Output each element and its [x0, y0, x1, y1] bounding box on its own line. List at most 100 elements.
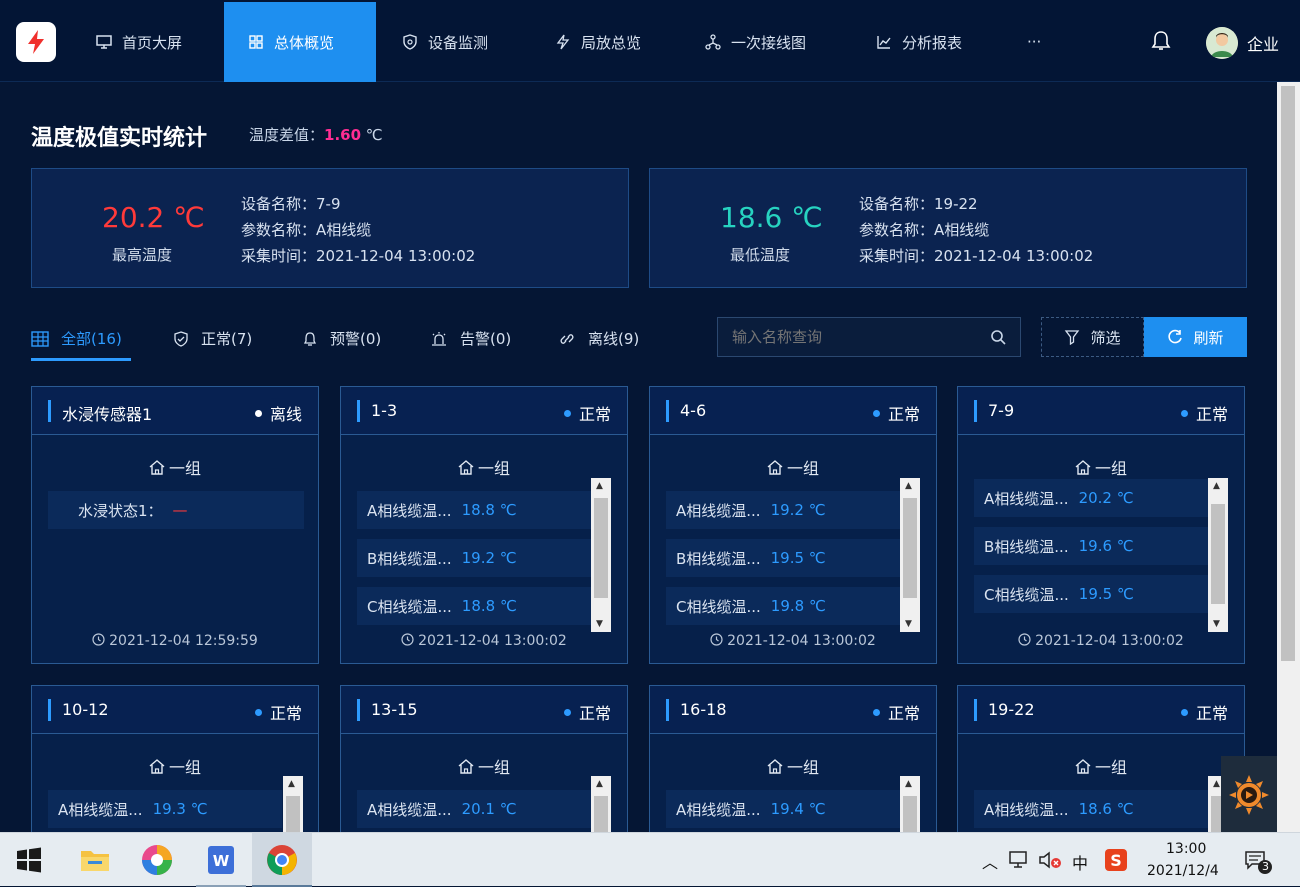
file-explorer-icon[interactable]	[78, 843, 112, 877]
max-device-name: 设备名称：7-9	[241, 195, 341, 213]
sensor-row: A相线缆温... 19.2 ℃	[666, 491, 900, 529]
sensor-value: 19.2 ℃	[461, 549, 517, 567]
scroll-up-arrow-icon[interactable]: ▲	[905, 779, 912, 789]
tab-normal[interactable]: 正常(7)	[173, 328, 252, 349]
scrollbar-thumb[interactable]	[1281, 86, 1295, 661]
active-tab-underline	[31, 358, 131, 361]
nav-item-device-monitor[interactable]: 设备监测	[402, 2, 488, 82]
search-box[interactable]	[717, 317, 1021, 357]
search-icon[interactable]	[990, 329, 1006, 345]
sensor-label: A相线缆温...	[676, 501, 761, 520]
card-header: 10-12 正常	[32, 686, 318, 734]
notification-bell-icon[interactable]	[1151, 30, 1171, 52]
scroll-up-arrow-icon[interactable]: ▲	[596, 779, 603, 789]
scroll-up-arrow-icon[interactable]: ▲	[288, 779, 295, 789]
status-dot	[1180, 708, 1188, 716]
scrollbar-thumb[interactable]	[1211, 504, 1225, 604]
tab-all[interactable]: 全部(16)	[31, 328, 122, 349]
sensor-value: 19.5 ℃	[770, 549, 826, 567]
network-tray-icon[interactable]	[1008, 849, 1030, 871]
home-icon	[767, 460, 783, 475]
filter-label: 筛选	[1090, 328, 1121, 347]
min-temp-value: 18.6 ℃	[720, 201, 823, 234]
device-card[interactable]: 10-12 正常 一组 A相线缆温... 19.3 ℃ ▲	[31, 685, 319, 846]
scroll-up-arrow-icon[interactable]: ▲	[1213, 481, 1220, 491]
device-card[interactable]: 16-18 正常 一组 A相线缆温... 19.4 ℃ ▲	[649, 685, 937, 846]
tray-chevron-up-icon[interactable]: ︿	[982, 849, 998, 873]
device-card[interactable]: 水浸传感器1 离线 一组 水浸状态1： — 2021-12-04 12:59:59	[31, 386, 319, 664]
status-dot	[872, 708, 880, 716]
card-scrollbar[interactable]: ▲ ▼	[591, 478, 611, 632]
nav-item-wiring-diagram[interactable]: 一次接线图	[705, 2, 806, 82]
filter-button[interactable]: 筛选	[1041, 317, 1144, 357]
scroll-down-arrow-icon[interactable]: ▼	[596, 619, 603, 629]
sensor-label: C相线缆温...	[984, 585, 1069, 604]
nav-item-reports[interactable]: 分析报表	[876, 2, 962, 82]
device-card[interactable]: 4-6 正常 一组 A相线缆温... 19.2 ℃ B相线缆温... 19.5 ℃ C相线缆温…	[649, 386, 937, 664]
floating-assistant-button[interactable]	[1221, 756, 1277, 834]
scrollbar-thumb[interactable]	[903, 498, 917, 598]
sensor-row: 水浸状态1： —	[48, 491, 304, 529]
nav-item-home[interactable]: 首页大屏	[96, 2, 182, 82]
chrome-icon[interactable]	[265, 843, 299, 877]
user-name[interactable]: 企业	[1247, 31, 1279, 55]
clock-date[interactable]: 2021/12/4	[1147, 863, 1219, 879]
tab-label: 正常(7)	[201, 330, 253, 348]
network-icon	[705, 34, 721, 50]
scroll-up-arrow-icon[interactable]: ▲	[1213, 779, 1220, 789]
scroll-down-arrow-icon[interactable]: ▼	[905, 619, 912, 629]
sensor-value: 19.2 ℃	[770, 501, 826, 519]
scroll-up-arrow-icon[interactable]: ▲	[905, 481, 912, 491]
word-icon[interactable]: W	[204, 843, 238, 877]
user-avatar[interactable]	[1206, 27, 1238, 59]
sensor-row: C相线缆温... 18.8 ℃	[357, 587, 591, 625]
shield-icon	[403, 34, 417, 50]
scroll-down-arrow-icon[interactable]: ▼	[1213, 619, 1220, 629]
card-status: 正常	[1180, 401, 1228, 425]
tab-warning[interactable]: 预警(0)	[302, 328, 381, 349]
sensor-label: A相线缆温...	[676, 800, 761, 819]
monitor-icon	[96, 35, 112, 49]
volume-muted-icon[interactable]	[1038, 849, 1062, 871]
temp-diff: 温度差值：1.60 ℃	[249, 124, 383, 145]
app-logo[interactable]	[16, 22, 56, 62]
scroll-up-arrow-icon[interactable]: ▲	[596, 481, 603, 491]
refresh-button[interactable]: 刷新	[1144, 317, 1247, 357]
nav-more-button[interactable]: ···	[1027, 2, 1041, 82]
nav-item-label: 一次接线图	[731, 33, 807, 52]
status-label: 正常	[1195, 704, 1228, 723]
status-dot	[563, 708, 571, 716]
bell-icon	[303, 331, 317, 346]
sensor-value: 18.8 ℃	[461, 501, 517, 519]
scrollbar-thumb[interactable]	[594, 498, 608, 598]
tab-offline[interactable]: 离线(9)	[558, 328, 639, 349]
tab-alarm[interactable]: 告警(0)	[430, 328, 511, 349]
device-card[interactable]: 7-9 正常 一组 A相线缆温... 20.2 ℃ B相线缆温... 19.6 ℃ C相线缆温…	[957, 386, 1245, 664]
nav-item-pd-overview[interactable]: 局放总览	[555, 2, 641, 82]
windows-start-icon[interactable]	[16, 847, 42, 873]
device-card[interactable]: 1-3 正常 一组 A相线缆温... 18.8 ℃ B相线缆温... 19.2 ℃ C相线缆温…	[340, 386, 628, 664]
color-swirl-app-icon[interactable]	[140, 843, 174, 877]
group-label: 一组	[477, 459, 510, 478]
card-status: 正常	[563, 401, 611, 425]
max-collect-time: 采集时间：2021-12-04 13:00:02	[241, 247, 476, 265]
sun-assistant-icon	[1229, 775, 1269, 815]
sogou-ime-icon[interactable]: S	[1104, 848, 1128, 872]
sensor-value: 19.5 ℃	[1078, 585, 1134, 603]
clock-time[interactable]: 13:00	[1166, 841, 1206, 857]
card-scrollbar[interactable]: ▲ ▼	[1208, 478, 1228, 632]
device-card[interactable]: 19-22 正常 一组 A相线缆温... 18.6 ℃ ▲	[957, 685, 1245, 846]
sensor-value: 18.6 ℃	[1078, 800, 1134, 818]
temp-diff-unit: ℃	[361, 126, 383, 144]
card-scrollbar[interactable]: ▲ ▼	[900, 478, 920, 632]
page-scrollbar[interactable]	[1277, 82, 1300, 832]
ime-indicator[interactable]: 中	[1072, 850, 1088, 874]
search-input[interactable]	[732, 328, 962, 346]
card-title: 7-9	[988, 401, 1015, 420]
tab-label: 离线(9)	[588, 330, 640, 348]
nav-item-overview[interactable]: 总体概览	[224, 2, 376, 82]
status-dot	[563, 409, 571, 417]
sensor-value: 20.2 ℃	[1078, 489, 1134, 507]
device-card[interactable]: 13-15 正常 一组 A相线缆温... 20.1 ℃ ▲	[340, 685, 628, 846]
sensor-label: A相线缆温...	[367, 800, 452, 819]
